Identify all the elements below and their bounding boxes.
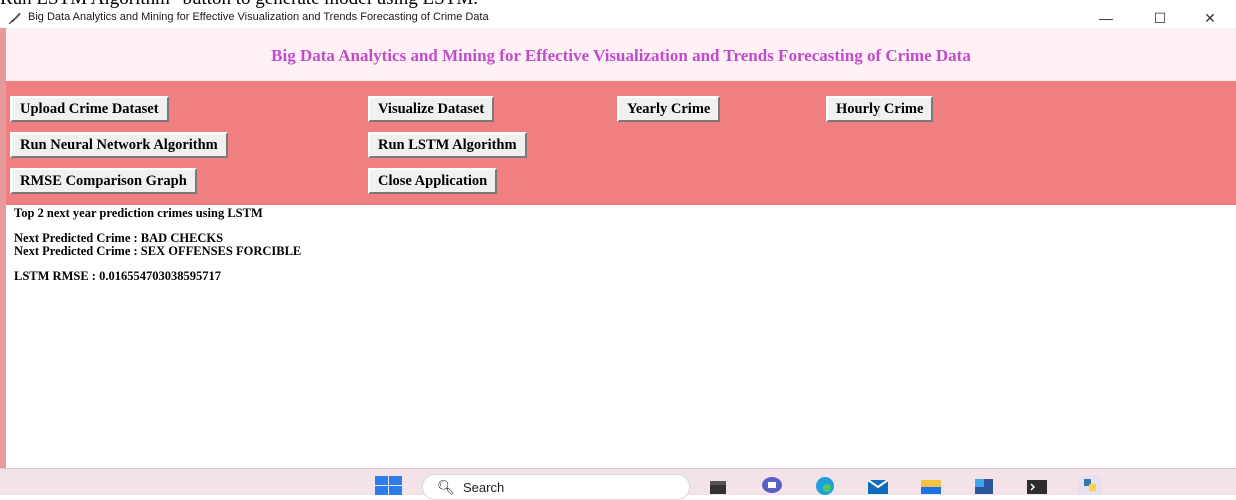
search-placeholder: Search <box>463 480 505 495</box>
upload-crime-dataset-button[interactable]: Upload Crime Dataset <box>10 96 169 122</box>
file-explorer-icon[interactable] <box>707 475 731 495</box>
yearly-crime-button[interactable]: Yearly Crime <box>617 96 721 122</box>
output-heading-line: Top 2 next year prediction crimes using … <box>14 206 263 220</box>
window-title: Big Data Analytics and Mining for Effect… <box>28 11 489 23</box>
run-lstm-button[interactable]: Run LSTM Algorithm <box>368 132 527 158</box>
word-icon[interactable] <box>972 475 996 495</box>
feather-icon <box>8 12 21 25</box>
minimize-button[interactable]: — <box>1086 8 1126 28</box>
hourly-crime-button[interactable]: Hourly Crime <box>826 96 934 122</box>
maximize-button[interactable]: ☐ <box>1140 8 1180 28</box>
prediction-line: Next Predicted Crime : SEX OFFENSES FORC… <box>14 244 302 258</box>
terminal-icon[interactable] <box>1025 475 1049 495</box>
windows-start-icon[interactable] <box>374 476 404 496</box>
chat-icon[interactable] <box>760 475 784 495</box>
rmse-comparison-graph-button[interactable]: RMSE Comparison Graph <box>10 168 197 194</box>
rmse-line: LSTM RMSE : 0.016554703038595717 <box>14 269 221 283</box>
app-heading: Big Data Analytics and Mining for Effect… <box>271 46 971 65</box>
visualize-dataset-button[interactable]: Visualize Dataset <box>368 96 495 122</box>
edge-browser-icon[interactable] <box>813 475 837 495</box>
window-titlebar: Big Data Analytics and Mining for Effect… <box>0 8 1236 28</box>
search-icon: 🔍︎ <box>437 479 455 495</box>
taskbar-search-box[interactable]: 🔍︎ Search <box>422 474 690 500</box>
output-text-area[interactable]: Top 2 next year prediction crimes using … <box>6 205 1236 468</box>
app-header: Big Data Analytics and Mining for Effect… <box>6 28 1236 81</box>
mail-icon[interactable] <box>866 475 890 495</box>
close-application-button[interactable]: Close Application <box>368 168 498 194</box>
run-neural-network-button[interactable]: Run Neural Network Algorithm <box>10 132 228 158</box>
folder-icon[interactable] <box>919 475 943 495</box>
close-window-button[interactable]: ✕ <box>1190 8 1230 28</box>
button-panel: Upload Crime Dataset Visualize Dataset Y… <box>6 81 1236 205</box>
python-icon[interactable] <box>1078 475 1102 495</box>
